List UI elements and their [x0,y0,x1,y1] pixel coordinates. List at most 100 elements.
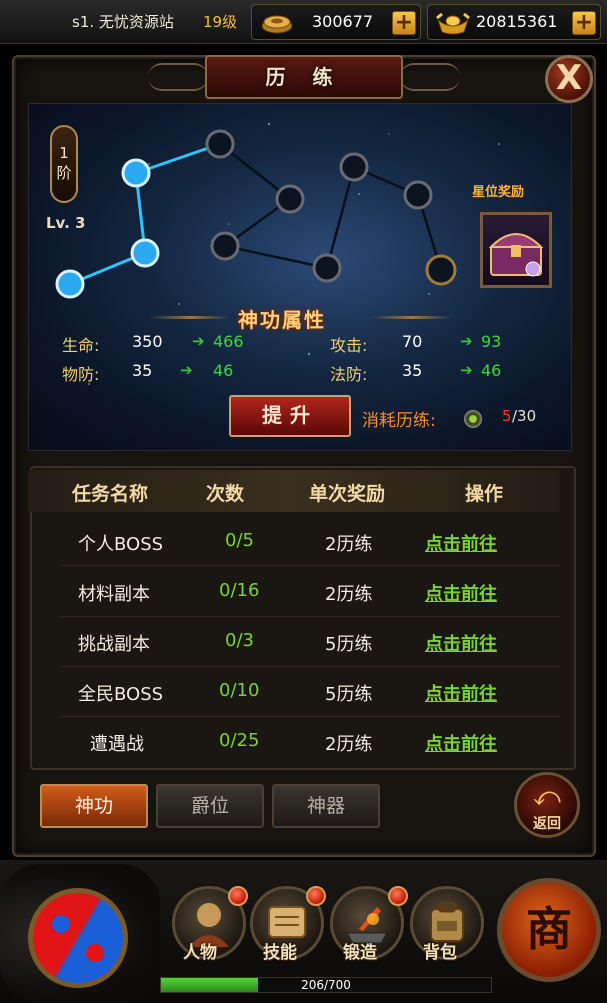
star-node-1 [55,269,85,299]
back-arrow-icon: ⤺ [533,782,561,812]
attr-ornament-right [372,316,452,319]
task-count: 0/5 [225,530,254,551]
star-reward-chest[interactable] [480,212,552,288]
panel-title: 历 练 [205,55,403,99]
task-reward: 2历练 [325,534,373,555]
gold-currency: 300677 + [251,4,421,40]
title-ornament-right [400,63,460,91]
task-reward: 2历练 [325,734,373,755]
star-node-3 [121,158,151,188]
cost-label: 消耗历练: [362,411,436,431]
star-node-7 [312,253,342,283]
menu-character-label: 人物 [183,943,217,963]
cost-max: /30 [512,407,537,425]
task-name: 挑战副本 [78,634,150,655]
tab-nobility[interactable]: 爵位 [156,784,264,828]
stat-current: 70 [402,332,423,351]
top-bar: s1. 无忧资源站 19级 300677 + 20815361 + [0,0,607,44]
gold-coin-icon [261,15,293,34]
task-count: 0/16 [219,580,260,601]
task-name: 材料副本 [78,584,150,605]
row-divider [60,565,560,566]
go-link[interactable]: 点击前往 [425,680,497,706]
stat-current: 350 [132,332,163,351]
star-reward-title: 星位奖励 [472,185,525,200]
task-name: 全民BOSS [78,684,164,705]
stat-next: 93 [481,332,502,351]
stat-label: 攻击: [330,336,368,355]
header-reward: 单次奖励 [309,483,386,505]
stat-next: 466 [213,332,244,351]
cost-current: 5 [502,407,512,425]
add-gold-button[interactable]: + [392,11,416,35]
stat-current: 35 [132,361,153,380]
divine-skill-attributes-banner: 神功属性 [238,308,326,332]
notification-dot [306,886,326,906]
go-link[interactable]: 点击前往 [425,630,497,656]
task-count: 0/25 [219,730,260,751]
title-ornament-left [148,63,208,91]
row-divider [60,716,560,717]
attr-ornament-left [150,316,230,319]
rank-badge: 1 阶 [50,125,78,203]
go-link[interactable]: 点击前往 [425,730,497,756]
stat-next: 46 [213,361,234,380]
task-name: 遭遇战 [90,734,144,755]
stat-magic-defense: 法防: 35 ➔ 46 [330,361,501,385]
star-node-6 [210,231,240,261]
player-level: 19级 [203,13,238,31]
star-node-10 [425,254,457,286]
row-divider [60,616,560,617]
star-node-5 [275,184,305,214]
menu-skill-label: 技能 [263,943,297,963]
go-link[interactable]: 点击前往 [425,530,497,556]
stat-next: 46 [481,361,502,380]
stat-label: 生命: [62,336,100,355]
star-node-4 [205,129,235,159]
go-link[interactable]: 点击前往 [425,580,497,606]
stat-hp: 生命: 350 ➔ 466 [62,332,244,356]
constellation-level: Lv. 3 [46,214,86,232]
server-name: s1. 无忧资源站 [72,13,174,31]
stat-current: 35 [402,361,423,380]
arrow-right-icon: ➔ [180,361,193,379]
ingot-amount: 20815361 [476,12,558,31]
tab-divine-skill[interactable]: 神功 [40,784,148,828]
gold-ingot-icon [436,12,470,35]
stat-label: 物防: [62,365,100,384]
menu-backpack-label: 背包 [423,943,457,963]
rank-unit: 阶 [56,164,72,182]
add-ingot-button[interactable]: + [572,11,596,35]
task-count: 0/10 [219,680,260,701]
task-reward: 5历练 [325,684,373,705]
experience-text: 206/700 [301,978,351,992]
treasure-chest-icon [488,233,544,277]
stat-attack: 攻击: 70 ➔ 93 [330,332,501,356]
header-action: 操作 [465,483,504,505]
arrow-right-icon: ➔ [460,332,473,350]
taiji-orb[interactable] [28,888,128,988]
taiji-dot [86,944,104,962]
stat-physical-defense: 物防: 35 ➔ 46 [62,361,233,385]
notification-dot [388,886,408,906]
ingot-currency: 20815361 + [427,4,601,40]
upgrade-button[interactable]: 提升 [229,395,351,437]
task-reward: 2历练 [325,584,373,605]
header-task-name: 任务名称 [72,483,149,505]
star-node-8 [339,152,369,182]
menu-forge-label: 锻造 [343,943,377,963]
shop-button[interactable]: 商 [497,878,601,982]
task-count: 0/3 [225,630,254,651]
training-point-icon [464,410,482,428]
star-node-9 [403,180,433,210]
notification-dot [228,886,248,906]
arrow-right-icon: ➔ [460,361,473,379]
rank-number: 1 [59,144,69,162]
header-count: 次数 [206,483,245,505]
tab-artifact[interactable]: 神器 [272,784,380,828]
gold-amount: 300677 [312,12,374,31]
close-button[interactable]: X [545,55,593,103]
stat-label: 法防: [330,365,368,384]
star-node-2 [130,238,160,268]
taiji-dot [52,915,70,933]
